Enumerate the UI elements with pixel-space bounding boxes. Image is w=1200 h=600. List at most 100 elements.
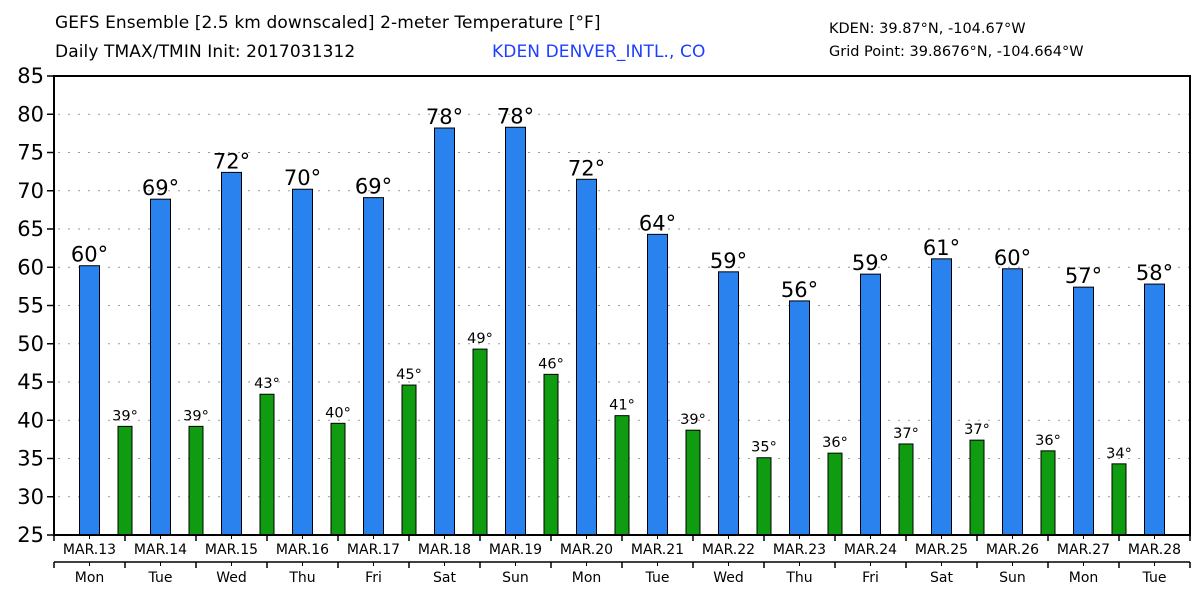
tmin-bar <box>543 373 559 536</box>
tmax-bar <box>434 127 455 536</box>
tmin-value-label: 37° <box>964 422 990 438</box>
weekday-label: Wed <box>216 570 247 586</box>
tmax-bar <box>1002 268 1023 536</box>
tmin-bar <box>898 443 914 536</box>
tmax-value-label: 61° <box>923 236 960 260</box>
weekday-label: Mon <box>75 570 105 586</box>
weekday-label: Tue <box>1142 570 1167 586</box>
y-tick-label: 50 <box>17 332 44 356</box>
tmax-value-label: 69° <box>142 176 179 200</box>
tmin-value-label: 35° <box>751 440 777 456</box>
tmin-bar <box>472 348 488 536</box>
y-tick-label: 65 <box>17 217 44 241</box>
tmax-bar <box>221 171 242 536</box>
tmin-value-label: 46° <box>538 356 564 372</box>
y-tick-label: 40 <box>17 408 44 432</box>
date-label: MAR.26 <box>986 542 1039 558</box>
tmin-bar <box>117 425 133 536</box>
tmin-bar <box>614 415 630 536</box>
tmin-value-label: 49° <box>467 331 493 347</box>
y-tick-label: 75 <box>17 141 44 165</box>
date-label: MAR.18 <box>418 542 471 558</box>
tmin-value-label: 40° <box>325 405 351 421</box>
date-label: MAR.25 <box>915 542 968 558</box>
y-tick-label: 25 <box>17 523 44 547</box>
temperature-bar-chart: 60° 69° 72° 70° 69° 78° 78° 72° 64° 59° 56° 59° 61° 6… <box>17 64 1191 586</box>
tmax-value-label: 59° <box>852 251 889 275</box>
tmax-value-label: 78° <box>497 104 534 128</box>
tmin-bar <box>330 422 346 536</box>
weekday-label: Tue <box>645 570 670 586</box>
tmax-value-label: 56° <box>781 278 818 302</box>
tmax-value-label: 69° <box>355 175 392 199</box>
tmin-value-label: 41° <box>609 398 635 414</box>
tmin-bar <box>259 393 275 536</box>
tmax-bar <box>789 300 810 536</box>
weekday-label: Sat <box>930 570 953 586</box>
date-label: MAR.13 <box>63 542 116 558</box>
bars <box>79 126 1165 536</box>
weekday-label: Fri <box>862 570 879 586</box>
weekday-label: Mon <box>572 570 602 586</box>
tmin-value-label: 39° <box>112 408 138 424</box>
tmax-value-label: 58° <box>1136 261 1173 285</box>
tmax-bar <box>79 265 100 536</box>
tmin-bar <box>827 452 843 536</box>
date-label: MAR.14 <box>134 542 187 558</box>
date-label: MAR.21 <box>631 542 684 558</box>
tmax-value-label: 70° <box>284 166 321 190</box>
weekday-label: Sun <box>999 570 1026 586</box>
tmax-bar <box>292 188 313 536</box>
tmin-bar <box>969 439 985 536</box>
date-label: MAR.22 <box>702 542 755 558</box>
tmin-value-label: 39° <box>680 412 706 428</box>
date-label: MAR.17 <box>347 542 400 558</box>
y-tick-label: 45 <box>17 370 44 394</box>
tmax-bar <box>931 258 952 536</box>
y-tick-label: 35 <box>17 447 44 471</box>
tmax-value-label: 78° <box>426 105 463 129</box>
weekday-label: Mon <box>1069 570 1099 586</box>
y-tick-label: 80 <box>17 102 44 126</box>
date-label: MAR.20 <box>560 542 613 558</box>
weekday-label: Tue <box>148 570 173 586</box>
tmax-value-label: 57° <box>1065 264 1102 288</box>
tmax-value-label: 64° <box>639 211 676 235</box>
tmax-bar <box>1144 283 1165 536</box>
tmin-bar <box>1111 463 1127 536</box>
tmin-value-label: 45° <box>396 367 422 383</box>
tmin-bar <box>401 384 417 536</box>
y-tick-label: 85 <box>17 64 44 88</box>
tmax-bar <box>576 178 597 536</box>
tmax-bar <box>1073 286 1094 536</box>
date-label: MAR.28 <box>1128 542 1181 558</box>
tmax-value-label: 59° <box>710 249 747 273</box>
tmin-value-label: 43° <box>254 376 280 392</box>
tmax-value-label: 60° <box>71 243 108 267</box>
weekday-label: Fri <box>365 570 382 586</box>
date-label: MAR.15 <box>205 542 258 558</box>
weekday-label: Sat <box>433 570 456 586</box>
y-tick-label: 30 <box>17 485 44 509</box>
date-label: MAR.16 <box>276 542 329 558</box>
tmax-bar <box>860 273 881 536</box>
tmin-value-label: 34° <box>1106 446 1132 462</box>
weekday-label: Thu <box>288 570 315 586</box>
tmax-value-label: 72° <box>213 149 250 173</box>
tmax-value-label: 72° <box>568 156 605 180</box>
tmin-value-label: 36° <box>822 435 848 451</box>
y-tick-label: 55 <box>17 294 44 318</box>
date-label: MAR.23 <box>773 542 826 558</box>
weekday-label: Sun <box>502 570 529 586</box>
tmin-bar <box>188 425 204 536</box>
tmax-bar <box>505 126 526 536</box>
y-tick-label: 60 <box>17 255 44 279</box>
date-label: MAR.19 <box>489 542 542 558</box>
tmin-value-label: 39° <box>183 408 209 424</box>
date-label: MAR.27 <box>1057 542 1110 558</box>
tmax-bar <box>150 198 171 536</box>
date-label: MAR.24 <box>844 542 897 558</box>
tmin-bar <box>756 457 772 536</box>
tmax-bar <box>647 233 668 536</box>
tmin-bar <box>1040 450 1056 536</box>
